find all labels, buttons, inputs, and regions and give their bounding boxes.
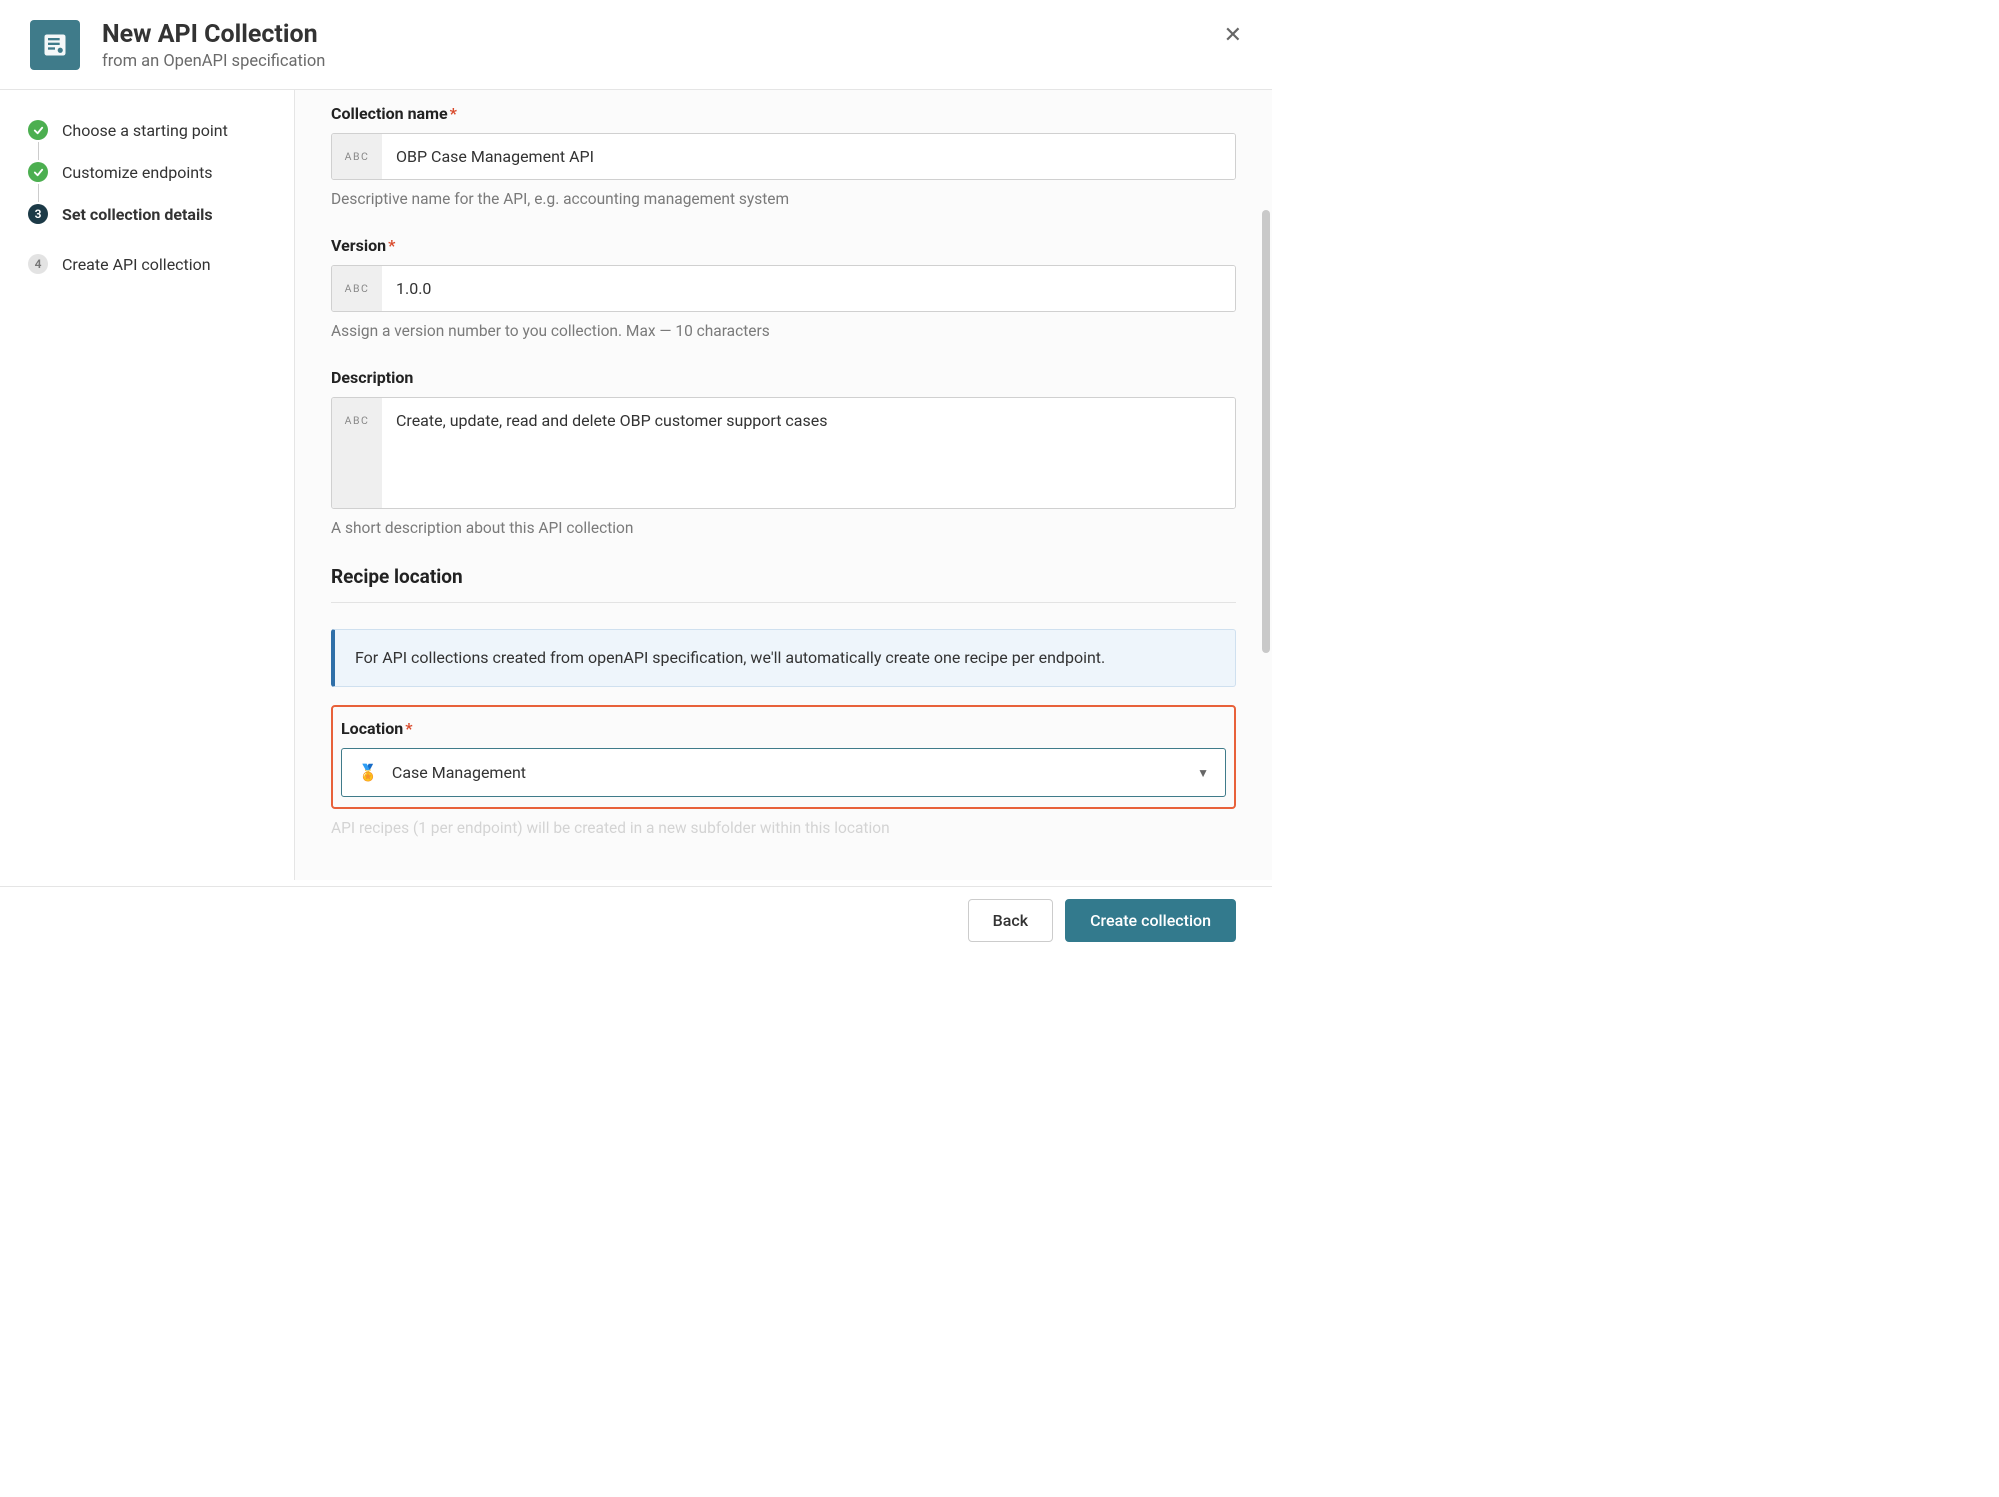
- location-label: Location*: [341, 719, 1226, 738]
- folder-emoji-icon: 🏅: [358, 763, 378, 782]
- field-description: Description ABC A short description abou…: [331, 368, 1236, 537]
- chevron-down-icon: ▼: [1197, 766, 1209, 780]
- field-version: Version* ABC Assign a version number to …: [331, 236, 1236, 340]
- collection-name-label: Collection name*: [331, 104, 1236, 123]
- info-banner: For API collections created from openAPI…: [331, 629, 1236, 687]
- location-value: Case Management: [392, 763, 1197, 782]
- required-indicator: *: [450, 104, 457, 123]
- required-indicator: *: [388, 236, 395, 255]
- version-label: Version*: [331, 236, 1236, 255]
- step-label: Create API collection: [62, 255, 211, 274]
- modal-subtitle: from an OpenAPI specification: [102, 52, 325, 71]
- scrollbar[interactable]: [1262, 210, 1270, 800]
- location-help: API recipes (1 per endpoint) will be cre…: [331, 819, 1236, 837]
- description-label: Description: [331, 368, 1236, 387]
- step-indicator-pending: 4: [28, 254, 48, 274]
- step-connector: [38, 142, 39, 160]
- version-help: Assign a version number to you collectio…: [331, 322, 1236, 340]
- close-button[interactable]: ✕: [1224, 24, 1242, 46]
- modal-title: New API Collection: [102, 20, 325, 50]
- step-indicator-done-icon: [28, 120, 48, 140]
- step-label: Choose a starting point: [62, 121, 228, 140]
- step-set-collection-details[interactable]: 3 Set collection details: [28, 204, 274, 224]
- step-customize-endpoints[interactable]: Customize endpoints: [28, 162, 274, 182]
- collection-icon: [30, 20, 80, 70]
- field-collection-name: Collection name* ABC Descriptive name fo…: [331, 104, 1236, 208]
- abc-prefix-icon: ABC: [332, 398, 382, 508]
- version-input[interactable]: [382, 266, 1235, 311]
- wizard-steps-sidebar: Choose a starting point Customize endpoi…: [0, 90, 294, 880]
- field-location: Location* 🏅 Case Management ▼: [341, 719, 1226, 797]
- collection-name-input[interactable]: [382, 134, 1235, 179]
- modal-footer: Back Create collection: [0, 886, 1272, 953]
- create-collection-button[interactable]: Create collection: [1065, 899, 1236, 942]
- recipe-location-heading: Recipe location: [331, 565, 1236, 588]
- section-divider: [331, 602, 1236, 603]
- description-help: A short description about this API colle…: [331, 519, 1236, 537]
- abc-prefix-icon: ABC: [332, 266, 382, 311]
- step-label: Customize endpoints: [62, 163, 213, 182]
- step-indicator-done-icon: [28, 162, 48, 182]
- close-icon: ✕: [1224, 22, 1242, 47]
- scrollbar-thumb[interactable]: [1262, 210, 1270, 653]
- required-indicator: *: [405, 719, 412, 738]
- step-choose-starting-point[interactable]: Choose a starting point: [28, 120, 274, 140]
- back-button[interactable]: Back: [968, 899, 1053, 942]
- abc-prefix-icon: ABC: [332, 134, 382, 179]
- step-connector: [38, 184, 39, 202]
- location-select[interactable]: 🏅 Case Management ▼: [341, 748, 1226, 797]
- description-textarea[interactable]: [382, 398, 1235, 508]
- step-create-api-collection[interactable]: 4 Create API collection: [28, 254, 274, 274]
- collection-name-help: Descriptive name for the API, e.g. accou…: [331, 190, 1236, 208]
- step-label: Set collection details: [62, 205, 213, 224]
- location-highlight-box: Location* 🏅 Case Management ▼: [331, 705, 1236, 809]
- step-indicator-current: 3: [28, 204, 48, 224]
- main-content: Collection name* ABC Descriptive name fo…: [294, 90, 1272, 880]
- modal-header: New API Collection from an OpenAPI speci…: [0, 0, 1272, 90]
